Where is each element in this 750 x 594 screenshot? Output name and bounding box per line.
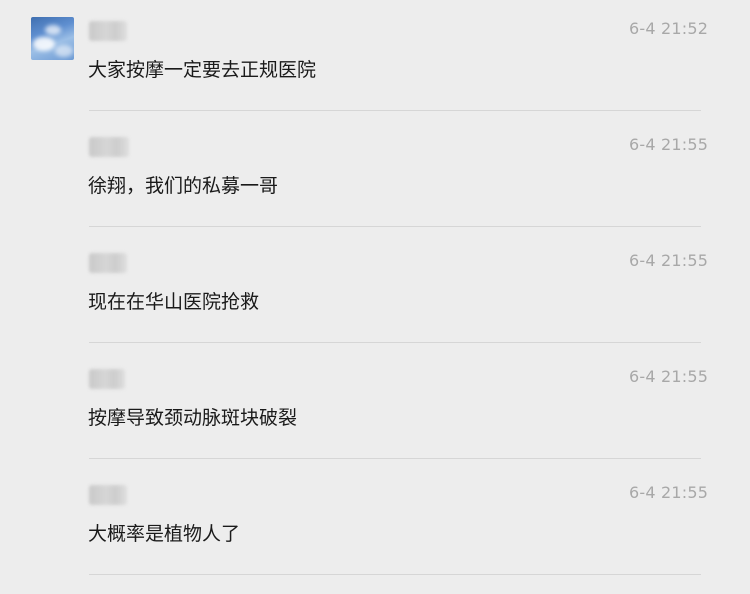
comment-text: 现在在华山医院抢救	[88, 291, 260, 313]
comment-text: 大家按摩一定要去正规医院	[88, 59, 317, 81]
divider	[89, 226, 701, 227]
comment-time: 6-4 21:55	[629, 367, 709, 386]
avatar[interactable]	[31, 17, 74, 60]
comment-text: 按摩导致颈动脉斑块破裂	[88, 407, 298, 429]
comment-time: 6-4 21:55	[629, 251, 709, 270]
comment-text: 徐翔，我们的私募一哥	[88, 175, 279, 197]
blurred-nickname	[89, 485, 127, 505]
comment-item: 6-4 21:55 按摩导致颈动脉斑块破裂	[0, 348, 750, 464]
blurred-nickname	[89, 369, 125, 389]
comment-text: 大概率是植物人了	[88, 523, 241, 545]
comment-time: 6-4 21:55	[629, 135, 709, 154]
blurred-nickname	[89, 253, 127, 273]
comment-item: 6-4 21:55 大概率是植物人了	[0, 464, 750, 580]
divider	[89, 342, 701, 343]
comment-time: 6-4 21:55	[629, 483, 709, 502]
divider	[89, 458, 701, 459]
comment-item: 6-4 21:52 大家按摩一定要去正规医院	[0, 0, 750, 116]
divider	[89, 110, 701, 111]
comment-list: 6-4 21:52 大家按摩一定要去正规医院 6-4 21:55 徐翔，我们的私…	[0, 0, 750, 594]
comment-item: 6-4 21:55 现在在华山医院抢救	[0, 232, 750, 348]
comment-item: 6-4 21:55 徐翔，我们的私募一哥	[0, 116, 750, 232]
blurred-nickname	[89, 137, 129, 157]
comment-time: 6-4 21:52	[629, 19, 709, 38]
divider	[89, 574, 701, 575]
blurred-nickname	[89, 21, 127, 41]
